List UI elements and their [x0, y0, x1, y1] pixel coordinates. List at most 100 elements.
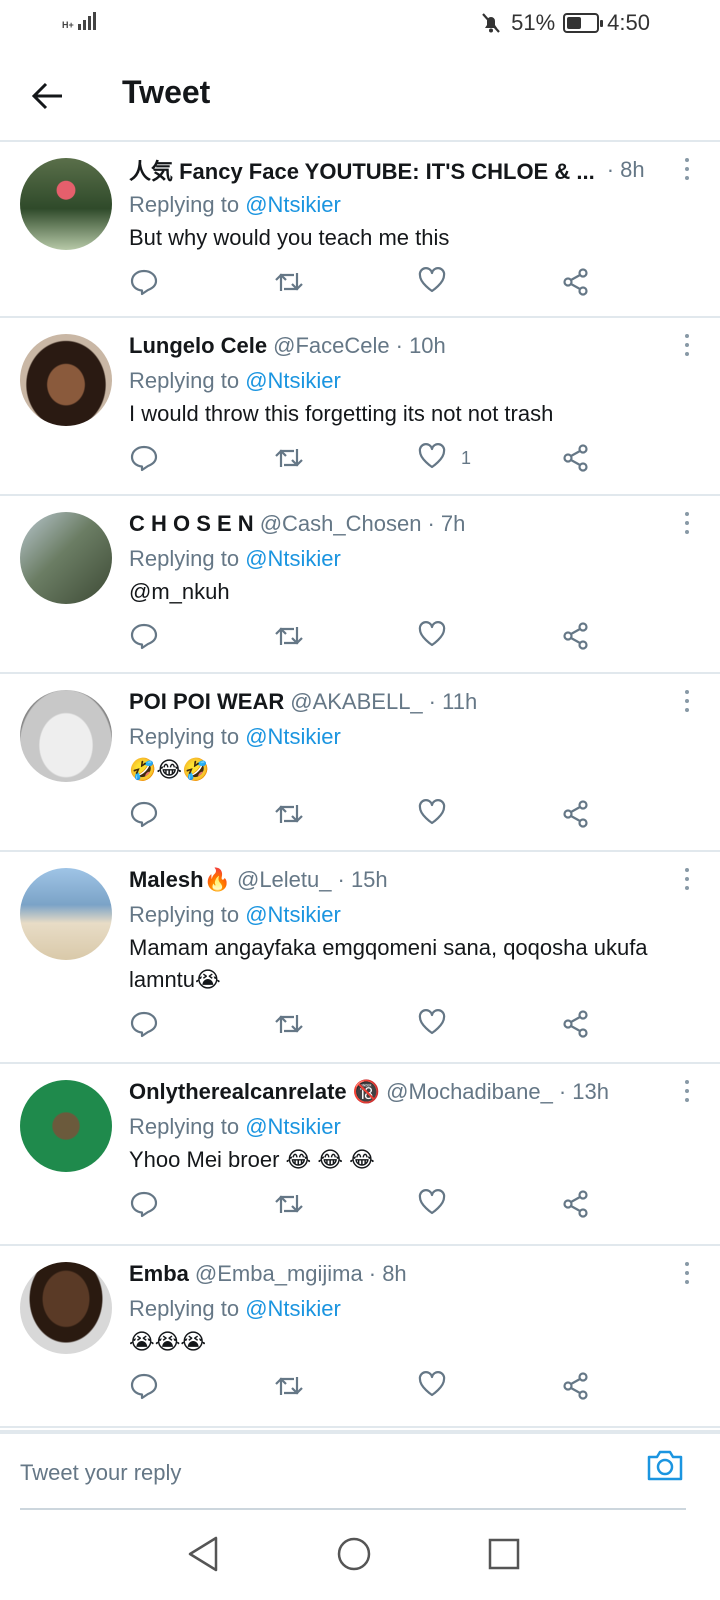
author-handle[interactable]: @Mochadibane_	[386, 1079, 553, 1105]
avatar[interactable]	[20, 1262, 112, 1354]
tweet-text[interactable]: @m_nkuh	[129, 576, 670, 608]
like-button[interactable]	[417, 796, 461, 832]
replying-to-mention[interactable]: @Ntsikier	[245, 1114, 341, 1139]
reply-icon[interactable]	[129, 1186, 159, 1222]
author-name[interactable]: 人気 Fancy Face YOUTUBE: IT'S CHLOE & ...	[129, 154, 595, 186]
share-icon[interactable]	[561, 1006, 591, 1042]
replying-to-mention[interactable]: @Ntsikier	[245, 724, 341, 749]
author-handle[interactable]: @FaceCele	[273, 333, 390, 359]
tweet-time: · 7h	[427, 511, 466, 536]
reply-icon[interactable]	[129, 796, 159, 832]
like-icon[interactable]	[417, 265, 447, 300]
retweet-icon[interactable]	[273, 1368, 305, 1404]
author-handle[interactable]: @Leletu_	[237, 867, 332, 893]
tweet-reply[interactable]: Malesh🔥 @Leletu_ · 15h Replying to @Ntsi…	[0, 852, 720, 1064]
retweet-icon[interactable]	[273, 264, 305, 300]
retweet-icon[interactable]	[273, 1186, 305, 1222]
back-arrow-icon[interactable]	[28, 76, 68, 116]
avatar[interactable]	[20, 158, 112, 250]
retweet-icon[interactable]	[273, 440, 305, 476]
signal-bar	[87, 16, 91, 30]
avatar[interactable]	[20, 690, 112, 782]
tweet-reply[interactable]: Onlytherealcanrelate 🔞 @Mochadibane_ · 1…	[0, 1064, 720, 1246]
tweet-reply[interactable]: POI POI WEAR @AKABELL_ · 11h Replying to…	[0, 674, 720, 852]
camera-icon[interactable]	[646, 1448, 684, 1482]
replies-list[interactable]: 人気 Fancy Face YOUTUBE: IT'S CHLOE & ... …	[0, 142, 720, 1430]
retweet-icon[interactable]	[273, 796, 305, 832]
more-icon[interactable]	[684, 512, 690, 534]
tweet-actions: 1	[129, 440, 629, 480]
replying-to-mention[interactable]: @Ntsikier	[245, 368, 341, 393]
retweet-icon[interactable]	[273, 618, 305, 654]
reply-input[interactable]: Tweet your reply	[20, 1460, 181, 1486]
replying-to-mention[interactable]: @Ntsikier	[245, 192, 341, 217]
replying-label: Replying to	[129, 1296, 246, 1321]
like-button[interactable]: 1	[417, 440, 471, 476]
signal-bar	[77, 24, 81, 30]
like-icon[interactable]	[417, 441, 447, 476]
like-button[interactable]	[417, 618, 461, 654]
replying-to: Replying to @Ntsikier	[129, 364, 670, 398]
more-icon[interactable]	[684, 868, 690, 890]
reply-icon[interactable]	[129, 264, 159, 300]
tweet-text: I would throw this forgetting its not no…	[129, 401, 554, 426]
author-name[interactable]: C H O S E N	[129, 511, 254, 537]
replying-to-mention[interactable]: @Ntsikier	[245, 546, 341, 571]
top-app-bar: Tweet	[0, 48, 720, 142]
share-icon[interactable]	[561, 796, 591, 832]
author-name[interactable]: Onlytherealcanrelate 🔞	[129, 1079, 380, 1105]
avatar[interactable]	[20, 1080, 112, 1172]
like-button[interactable]	[417, 1006, 461, 1042]
tweet-reply[interactable]: Emba @Emba_mgijima · 8h Replying to @Nts…	[0, 1246, 720, 1428]
replying-to: Replying to @Ntsikier	[129, 188, 670, 222]
share-icon[interactable]	[561, 1186, 591, 1222]
reply-icon[interactable]	[129, 440, 159, 476]
avatar[interactable]	[20, 512, 112, 604]
tweet-reply[interactable]: C H O S E N @Cash_Chosen · 7h Replying t…	[0, 496, 720, 674]
more-icon[interactable]	[684, 1262, 690, 1284]
like-icon[interactable]	[417, 1007, 447, 1042]
share-icon[interactable]	[561, 618, 591, 654]
reply-icon[interactable]	[129, 1368, 159, 1404]
replying-to-mention[interactable]: @Ntsikier	[245, 1296, 341, 1321]
reply-icon[interactable]	[129, 618, 159, 654]
like-button[interactable]	[417, 264, 461, 300]
share-icon[interactable]	[561, 264, 591, 300]
author-handle[interactable]: @AKABELL_	[290, 689, 422, 715]
author-handle[interactable]: @Cash_Chosen	[260, 511, 422, 537]
more-icon[interactable]	[684, 158, 690, 180]
author-name[interactable]: POI POI WEAR	[129, 689, 284, 715]
replying-label: Replying to	[129, 1114, 246, 1139]
tweet-content: Lungelo Cele @FaceCele · 10h Replying to…	[129, 330, 670, 430]
more-icon[interactable]	[684, 690, 690, 712]
like-icon[interactable]	[417, 1187, 447, 1222]
more-icon[interactable]	[684, 334, 690, 356]
share-icon[interactable]	[561, 1368, 591, 1404]
like-button[interactable]	[417, 1368, 461, 1404]
like-icon[interactable]	[417, 797, 447, 832]
tweet-actions	[129, 1186, 629, 1226]
author-handle[interactable]: @Emba_mgijima	[195, 1261, 363, 1287]
tweet-time: · 8h	[606, 157, 645, 182]
like-button[interactable]	[417, 1186, 461, 1222]
retweet-icon[interactable]	[273, 1006, 305, 1042]
avatar[interactable]	[20, 334, 112, 426]
avatar[interactable]	[20, 868, 112, 960]
tweet-reply[interactable]: Lungelo Cele @FaceCele · 10h Replying to…	[0, 318, 720, 496]
nav-home-icon[interactable]	[334, 1534, 374, 1574]
author-name[interactable]: Lungelo Cele	[129, 333, 267, 359]
more-icon[interactable]	[684, 1080, 690, 1102]
tweet-time: · 8h	[368, 1261, 407, 1286]
like-icon[interactable]	[417, 619, 447, 654]
reply-icon[interactable]	[129, 1006, 159, 1042]
tweet-reply[interactable]: 人気 Fancy Face YOUTUBE: IT'S CHLOE & ... …	[0, 142, 720, 318]
like-icon[interactable]	[417, 1369, 447, 1404]
author-name[interactable]: Emba	[129, 1261, 189, 1287]
battery-icon	[563, 13, 604, 33]
nav-back-icon[interactable]	[184, 1534, 224, 1574]
share-icon[interactable]	[561, 440, 591, 476]
replying-to-mention[interactable]: @Ntsikier	[245, 902, 341, 927]
nav-recents-icon[interactable]	[484, 1534, 524, 1574]
like-count: 1	[461, 447, 472, 468]
author-name[interactable]: Malesh🔥	[129, 867, 231, 893]
